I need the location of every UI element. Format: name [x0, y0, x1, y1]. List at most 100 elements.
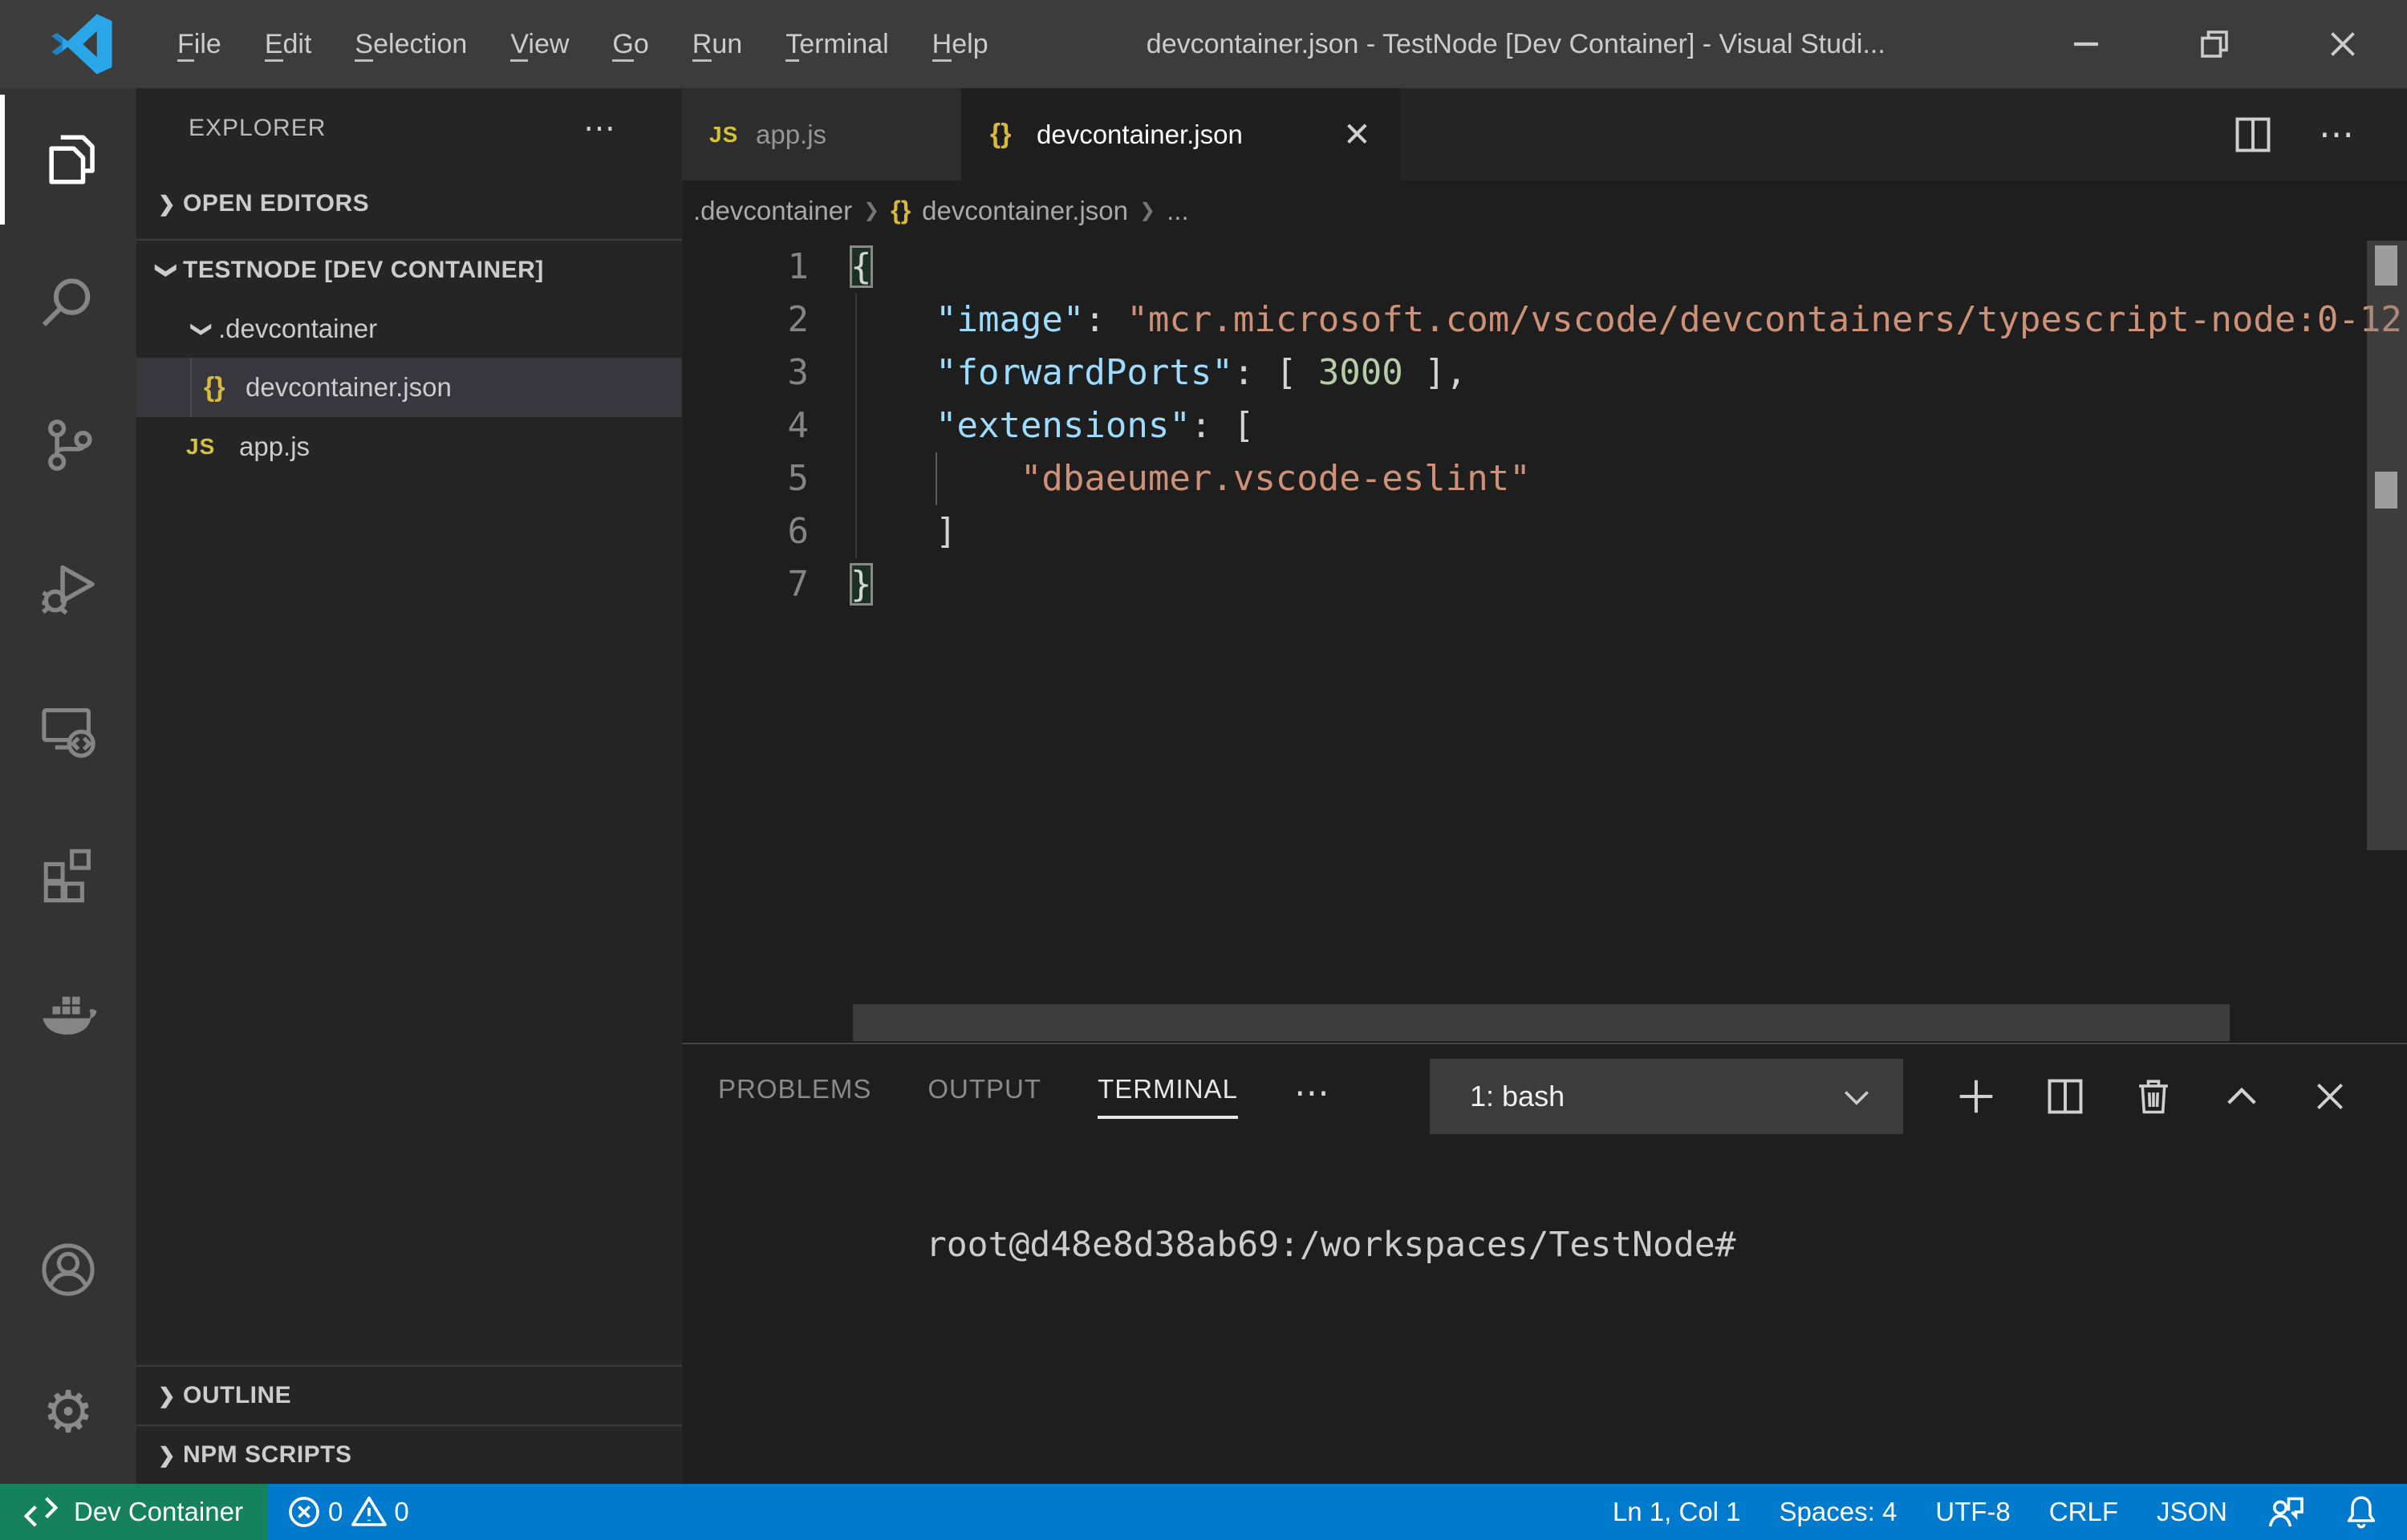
- breadcrumb-tail[interactable]: ...: [1167, 196, 1189, 226]
- panel-tab-terminal[interactable]: TERMINAL: [1098, 1074, 1238, 1119]
- code-line-content: ]: [850, 505, 2407, 558]
- bottom-panel: PROBLEMS OUTPUT TERMINAL ⋯ 1: bash: [682, 1043, 2407, 1484]
- activitybar-explorer[interactable]: [0, 88, 136, 231]
- panel-more-actions-icon[interactable]: ⋯: [1294, 1072, 1333, 1121]
- line-number[interactable]: 5: [682, 452, 850, 505]
- sidebar-more-actions-icon[interactable]: ⋯: [583, 110, 618, 147]
- panel-header: PROBLEMS OUTPUT TERMINAL ⋯ 1: bash: [682, 1044, 2407, 1149]
- json-file-icon: {}: [204, 372, 246, 403]
- menu-terminal[interactable]: Terminal: [764, 18, 910, 71]
- cursor-position[interactable]: Ln 1, Col 1: [1593, 1497, 1760, 1527]
- notifications-button[interactable]: [2324, 1493, 2407, 1530]
- indentation-status[interactable]: Spaces: 4: [1760, 1497, 1917, 1527]
- menu-run[interactable]: Run: [671, 18, 764, 71]
- close-window-button[interactable]: [2279, 0, 2407, 88]
- editor-vertical-scrollbar[interactable]: [2367, 241, 2407, 850]
- minimize-button[interactable]: [2022, 0, 2150, 88]
- problems-status[interactable]: 0 0: [267, 1493, 428, 1530]
- code-token: [850, 352, 936, 393]
- code-line[interactable]: 5 "dbaeumer.vscode-eslint": [682, 452, 2407, 505]
- warning-icon: [351, 1493, 388, 1530]
- eol-status[interactable]: CRLF: [2030, 1497, 2137, 1527]
- activitybar-run-debug[interactable]: [0, 517, 136, 659]
- tree-item-devcontainer-folder[interactable]: ❯ .devcontainer: [136, 300, 682, 358]
- line-number[interactable]: 1: [682, 241, 850, 294]
- editor-more-actions-icon[interactable]: ⋯: [2319, 114, 2357, 155]
- breadcrumb-file[interactable]: devcontainer.json: [922, 196, 1128, 226]
- close-panel-icon[interactable]: [2309, 1076, 2351, 1117]
- encoding-status[interactable]: UTF-8: [1916, 1497, 2030, 1527]
- js-file-icon: JS: [709, 122, 756, 148]
- explorer-sidebar: EXPLORER ⋯ ❯ OPEN EDITORS ❯ TESTNODE [DE…: [136, 88, 682, 1484]
- line-number[interactable]: 6: [682, 505, 850, 558]
- line-number[interactable]: 7: [682, 558, 850, 611]
- line-number[interactable]: 4: [682, 399, 850, 452]
- code-token: : [: [1191, 405, 1254, 446]
- vscode-window: File Edit Selection View Go Run Terminal…: [0, 0, 2407, 1540]
- code-lines: 1{2 "image": "mcr.microsoft.com/vscode/d…: [682, 241, 2407, 611]
- code-line[interactable]: 3 "forwardPorts": [ 3000 ],: [682, 346, 2407, 399]
- folder-label: .devcontainer: [218, 314, 377, 344]
- activitybar-remote-explorer[interactable]: [0, 659, 136, 802]
- tree-item-devcontainer-json[interactable]: {} devcontainer.json: [136, 358, 682, 417]
- remote-explorer-icon: [39, 701, 98, 760]
- code-editor[interactable]: 1{2 "image": "mcr.microsoft.com/vscode/d…: [682, 241, 2407, 1043]
- chevron-right-icon: ❯: [151, 1384, 183, 1408]
- code-line[interactable]: 2 "image": "mcr.microsoft.com/vscode/dev…: [682, 294, 2407, 346]
- status-bar-right: Ln 1, Col 1 Spaces: 4 UTF-8 CRLF JSON: [1593, 1493, 2407, 1531]
- terminal-select[interactable]: 1: bash: [1430, 1059, 1903, 1134]
- tree-item-app-js[interactable]: JS app.js: [136, 417, 682, 476]
- activitybar-spacer: [0, 1088, 136, 1198]
- activitybar-source-control[interactable]: [0, 374, 136, 517]
- debug-icon: [39, 558, 98, 618]
- split-editor-icon[interactable]: [2232, 114, 2274, 156]
- menu-file[interactable]: File: [156, 18, 243, 71]
- activitybar-search[interactable]: [0, 231, 136, 374]
- overview-ruler-mark: [2375, 245, 2397, 286]
- code-line[interactable]: 6 ]: [682, 505, 2407, 558]
- activitybar-settings[interactable]: ⚙: [0, 1341, 136, 1484]
- tab-app-js[interactable]: JS app.js: [682, 88, 963, 180]
- panel-tab-problems[interactable]: PROBLEMS: [718, 1074, 871, 1119]
- menu-go[interactable]: Go: [591, 18, 670, 71]
- remote-indicator[interactable]: Dev Container: [0, 1484, 267, 1540]
- activitybar-extensions[interactable]: [0, 802, 136, 945]
- code-line[interactable]: 4 "extensions": [: [682, 399, 2407, 452]
- section-npm-scripts[interactable]: ❯ NPM SCRIPTS: [136, 1426, 682, 1484]
- language-mode[interactable]: JSON: [2137, 1497, 2247, 1527]
- terminal[interactable]: root@d48e8d38ab69:/workspaces/TestNode#: [682, 1149, 2407, 1484]
- tab-close-icon[interactable]: ✕: [1327, 115, 1371, 154]
- code-line[interactable]: 7}: [682, 558, 2407, 611]
- line-number[interactable]: 3: [682, 346, 850, 399]
- chevron-right-icon: ❯: [863, 199, 879, 222]
- panel-tab-output[interactable]: OUTPUT: [927, 1074, 1041, 1119]
- restore-button[interactable]: [2150, 0, 2279, 88]
- overview-ruler-mark: [2375, 472, 2397, 509]
- file2-label: app.js: [239, 432, 310, 462]
- section-outline[interactable]: ❯ OUTLINE: [136, 1367, 682, 1424]
- open-editors-label: OPEN EDITORS: [183, 190, 369, 217]
- feedback-button[interactable]: [2247, 1493, 2324, 1531]
- menu-selection[interactable]: Selection: [333, 18, 489, 71]
- sidebar-bottom-sections: ❯ OUTLINE ❯ NPM SCRIPTS: [136, 1365, 682, 1484]
- activitybar-docker[interactable]: [0, 945, 136, 1088]
- tab-label: app.js: [756, 120, 826, 150]
- menu-help[interactable]: Help: [911, 18, 1010, 71]
- new-terminal-icon[interactable]: [1954, 1075, 1998, 1118]
- breadcrumb-folder[interactable]: .devcontainer: [693, 196, 852, 226]
- editor-column: JS app.js {} devcontainer.json ✕ ⋯ .devc…: [682, 88, 2407, 1484]
- line-number[interactable]: 2: [682, 294, 850, 346]
- kill-terminal-icon[interactable]: [2133, 1076, 2174, 1117]
- split-terminal-icon[interactable]: [2044, 1076, 2086, 1117]
- section-workspace[interactable]: ❯ TESTNODE [DEV CONTAINER]: [136, 241, 682, 300]
- menu-edit[interactable]: Edit: [243, 18, 334, 71]
- code-line[interactable]: 1{: [682, 241, 2407, 294]
- menu-view[interactable]: View: [489, 18, 591, 71]
- section-open-editors[interactable]: ❯ OPEN EDITORS: [136, 168, 682, 239]
- maximize-panel-icon[interactable]: [2221, 1076, 2263, 1117]
- activitybar-accounts[interactable]: [0, 1198, 136, 1341]
- code-line-content: "forwardPorts": [ 3000 ],: [850, 346, 2407, 399]
- editor-horizontal-scrollbar[interactable]: [853, 1004, 2230, 1041]
- tab-devcontainer-json[interactable]: {} devcontainer.json ✕: [963, 88, 1400, 180]
- docker-icon: [37, 985, 99, 1048]
